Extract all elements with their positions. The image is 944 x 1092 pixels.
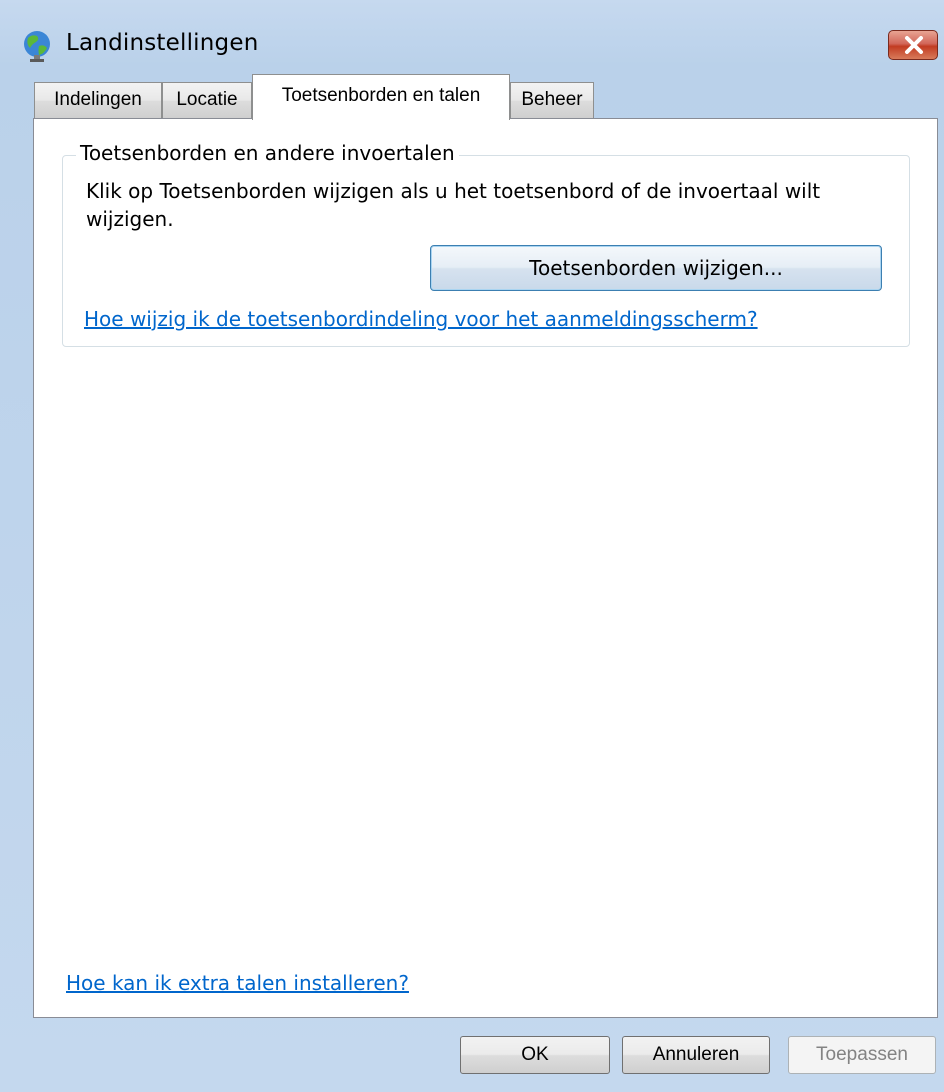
close-icon [905,36,923,54]
window-title: Landinstellingen [66,30,259,56]
welcome-screen-keyboard-link[interactable]: Hoe wijzig ik de toetsenbordindeling voo… [84,307,758,331]
close-button[interactable] [888,30,938,60]
tab-beheer[interactable]: Beheer [510,82,594,118]
ok-button[interactable]: OK [460,1036,610,1074]
cancel-button[interactable]: Annuleren [622,1036,770,1074]
tab-toetsenborden-en-talen[interactable]: Toetsenborden en talen [252,74,510,120]
dialog-window: Landinstellingen Indelingen Locatie Toet… [0,0,944,1092]
group-legend: Toetsenborden en andere invoertalen [76,141,459,165]
group-description: Klik op Toetsenborden wijzigen als u het… [86,179,821,231]
apply-button[interactable]: Toepassen [788,1036,936,1074]
tab-panel: Toetsenborden en andere invoertalen Klik… [33,118,938,1018]
install-languages-link[interactable]: Hoe kan ik extra talen installeren? [66,971,409,995]
tab-indelingen[interactable]: Indelingen [34,82,162,118]
globe-regional-icon [20,28,54,62]
tab-locatie[interactable]: Locatie [162,82,252,118]
change-keyboards-button[interactable]: Toetsenborden wijzigen... [430,245,882,291]
